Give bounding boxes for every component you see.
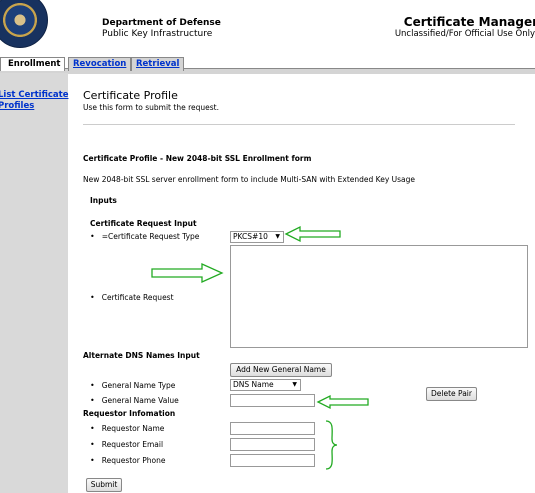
tab-retrieval[interactable]: Retrieval (131, 57, 185, 71)
requestor-email-label: Requestor Email (90, 440, 163, 449)
requestor-phone-input[interactable] (230, 454, 315, 467)
chevron-down-icon: ▼ (275, 233, 280, 240)
annotation-arrow-left-icon (316, 394, 372, 410)
profile-description: New 2048-bit SSL server enrollment form … (83, 175, 416, 184)
inputs-heading: Inputs (90, 196, 117, 205)
general-name-value-label: General Name Value (90, 396, 179, 405)
request-type-label: =Certificate Request Type (90, 232, 200, 241)
certificate-request-label: Certificate Request (90, 293, 174, 302)
general-name-type-select[interactable]: DNS Name ▼ (230, 379, 301, 391)
section-title: Certificate Profile (83, 89, 178, 102)
header-subtitle: Public Key Infrastructure (102, 29, 213, 39)
request-input-heading: Certificate Request Input (90, 219, 197, 228)
sidebar (0, 73, 68, 493)
requestor-phone-label: Requestor Phone (90, 456, 166, 465)
requestor-name-input[interactable] (230, 422, 315, 435)
delete-pair-button[interactable]: Delete Pair (426, 387, 477, 401)
requestor-email-input[interactable] (230, 438, 315, 451)
chevron-down-icon: ▼ (292, 381, 297, 388)
submit-button[interactable]: Submit (86, 478, 122, 492)
requestor-name-label: Requestor Name (90, 424, 165, 433)
certificate-request-textarea[interactable] (230, 245, 528, 348)
tab-revocation[interactable]: Revocation (68, 57, 132, 71)
annotation-arrow-right-icon (150, 262, 225, 284)
general-name-value-input[interactable] (230, 394, 315, 407)
header-department: Department of Defense (102, 18, 221, 28)
tab-retrieval-link[interactable]: Retrieval (136, 59, 179, 69)
section-subtitle: Use this form to submit the request. (83, 103, 219, 112)
add-general-name-button[interactable]: Add New General Name (230, 363, 332, 377)
annotation-arrow-left-icon (284, 225, 344, 243)
general-name-type-label: General Name Type (90, 381, 176, 390)
profile-heading: Certificate Profile - New 2048-bit SSL E… (83, 154, 312, 163)
list-certificate-profiles-link[interactable]: List Certificate Profiles (0, 90, 69, 112)
classification-banner: Unclassified/For Official Use Only (394, 29, 535, 39)
request-type-select[interactable]: PKCS#10 ▼ (230, 231, 284, 243)
divider (83, 124, 515, 125)
app-title: Certificate Manager (403, 15, 535, 29)
dod-seal-logo (0, 0, 48, 48)
annotation-brace-icon (324, 419, 340, 471)
requestor-heading: Requestor Infomation (83, 409, 176, 418)
alt-dns-heading: Alternate DNS Names Input (83, 351, 200, 360)
tab-enrollment[interactable]: Enrollment (0, 57, 66, 71)
tab-revocation-link[interactable]: Revocation (73, 59, 126, 69)
